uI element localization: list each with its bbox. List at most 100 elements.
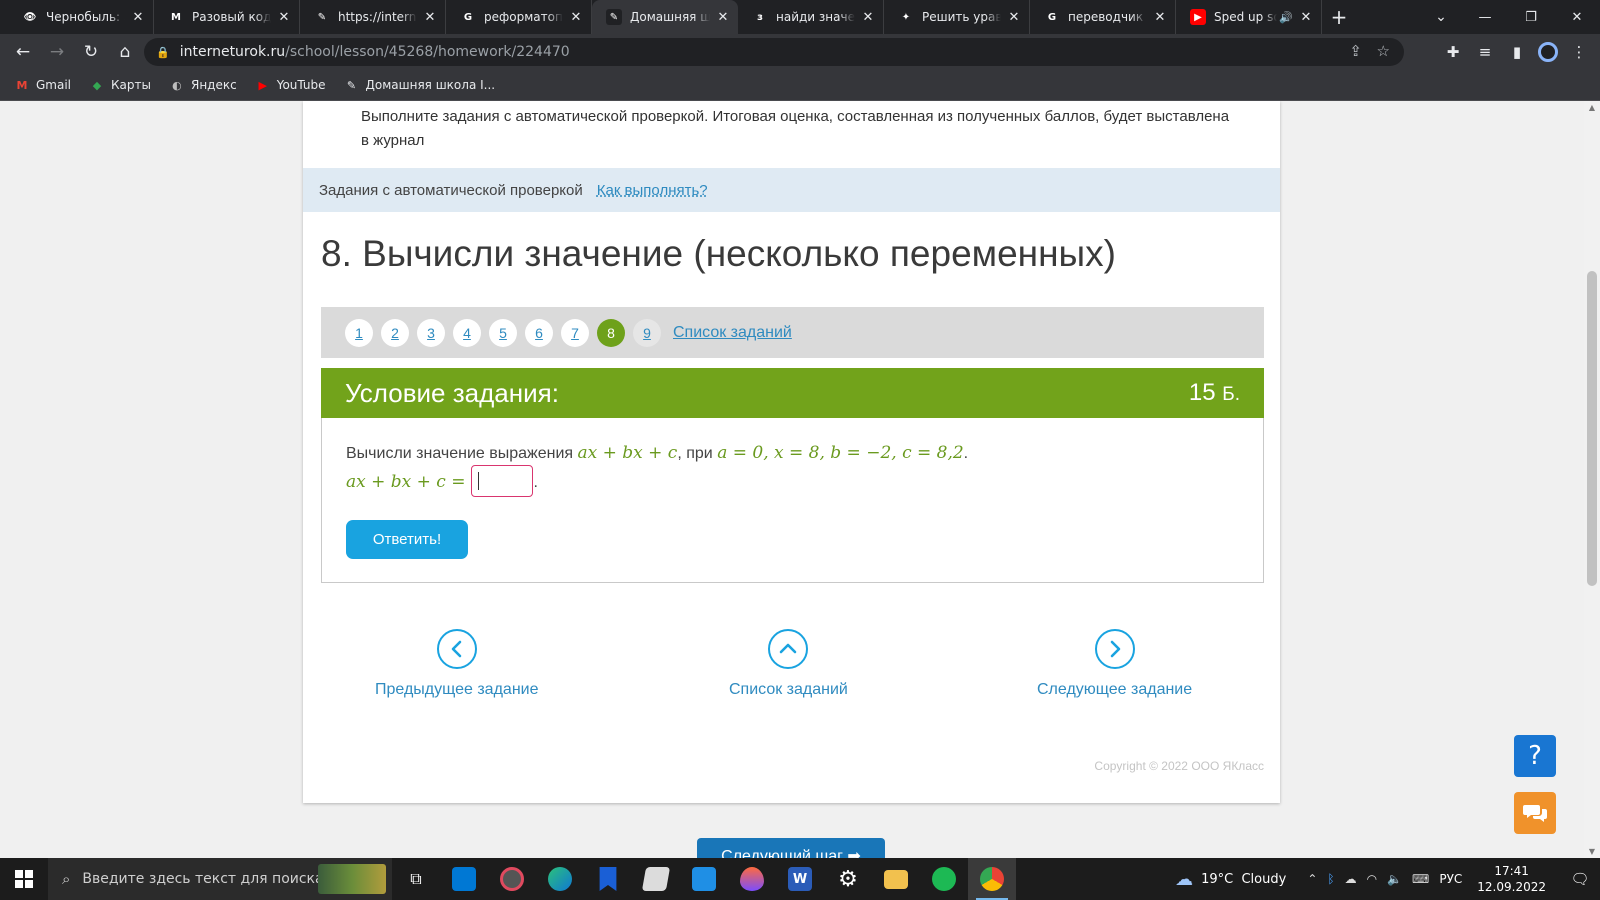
browser-tab[interactable]: Gпереводчик - Google ✕ — [1030, 0, 1176, 34]
help-button[interactable]: ? — [1514, 735, 1556, 777]
pager-item[interactable]: 9 — [633, 318, 661, 347]
maps-icon: ◆ — [92, 78, 102, 92]
bookmark-item[interactable]: ▶ YouTube — [255, 77, 325, 93]
tab-favicon-icon: з — [752, 9, 768, 25]
taskbar-app-settings[interactable]: ⚙ — [824, 858, 872, 900]
keyboard-icon[interactable]: ⌨ — [1412, 872, 1429, 886]
browser-tab[interactable]: ✎ Домашняя школа ✕ — [592, 0, 738, 34]
pager-item[interactable]: 4 — [453, 318, 481, 347]
menu-kebab-icon[interactable]: ⋮ — [1568, 43, 1590, 61]
pager-item[interactable]: 7 — [561, 318, 589, 347]
new-tab-button[interactable]: + — [1322, 0, 1356, 34]
how-to-link[interactable]: Как выполнять? — [597, 182, 708, 199]
close-tab-icon[interactable]: ✕ — [861, 10, 875, 25]
tab-audio-icon[interactable]: 🔊 — [1279, 11, 1293, 24]
next-task-link[interactable]: Следующее задание — [1037, 629, 1192, 699]
taskbar-app-mail[interactable] — [680, 858, 728, 900]
scroll-up-arrow[interactable]: ▲ — [1584, 103, 1600, 112]
task-view-button[interactable]: ⧉ — [392, 858, 440, 900]
clock-time: 17:41 — [1494, 864, 1529, 878]
language-indicator[interactable]: РУС — [1439, 872, 1462, 886]
next-step-button[interactable]: Следующий шаг ➡ — [697, 838, 885, 858]
share-icon[interactable]: ⇪ — [1349, 42, 1362, 60]
minimize-button[interactable]: — — [1462, 0, 1508, 34]
address-bar[interactable]: 🔒 interneturok.ru/school/lesson/45268/ho… — [144, 38, 1404, 66]
close-tab-icon[interactable]: ✕ — [277, 10, 291, 25]
chat-button[interactable] — [1514, 792, 1556, 834]
pager-item[interactable]: 3 — [417, 318, 445, 347]
spotify-icon — [932, 867, 956, 891]
browser-tab[interactable]: 👁 Чернобыль: Зона ✕ — [8, 0, 154, 34]
wifi-icon[interactable]: ◠ — [1367, 872, 1377, 886]
pager-item[interactable]: 1 — [345, 318, 373, 347]
list-tasks-link[interactable]: Список заданий — [729, 629, 848, 699]
bluetooth-icon[interactable]: ᛒ — [1327, 872, 1334, 886]
taskbar-app-word[interactable]: W — [776, 858, 824, 900]
close-tab-icon[interactable]: ✕ — [716, 10, 730, 25]
browser-tab[interactable]: ▶ Sped up song🔊 ✕ — [1176, 0, 1322, 34]
back-button[interactable]: ← — [6, 37, 40, 67]
close-tab-icon[interactable]: ✕ — [131, 10, 145, 25]
bookmark-item[interactable]: ◐ Яндекс — [169, 77, 237, 93]
notifications-icon[interactable]: 🗨 — [1560, 870, 1600, 888]
weather-widget[interactable]: ☁ 19°C Cloudy — [1175, 869, 1286, 890]
reading-list-icon[interactable]: ≡ — [1474, 43, 1496, 61]
window-controls: — ❐ ✕ — [1462, 0, 1600, 34]
browser-tab[interactable]: ✎ https://interneturok ✕ — [300, 0, 446, 34]
close-tab-icon[interactable]: ✕ — [1299, 10, 1313, 25]
bookmark-item[interactable]: ◆ Карты — [89, 77, 151, 93]
page-scrollbar[interactable]: ▲ ▼ — [1584, 101, 1600, 858]
taskbar-app-drop[interactable] — [728, 858, 776, 900]
tray-chevron-icon[interactable]: ⌃ — [1307, 872, 1317, 886]
start-button[interactable] — [0, 858, 48, 900]
taskbar-app-edge[interactable] — [536, 858, 584, 900]
scrollbar-thumb[interactable] — [1587, 271, 1597, 586]
submit-answer-button[interactable]: Ответить! — [346, 520, 468, 559]
task-list-link[interactable]: Список заданий — [673, 324, 792, 342]
pager-item[interactable]: 6 — [525, 318, 553, 347]
bookmark-item[interactable]: M Gmail — [14, 77, 72, 93]
auto-check-bar: Задания с автоматической проверкой Как в… — [303, 168, 1280, 212]
forward-button[interactable]: → — [40, 37, 74, 67]
lock-icon: 🔒 — [156, 45, 170, 59]
profile-avatar[interactable] — [1538, 42, 1558, 62]
bookmark-item[interactable]: ✎ Домашняя школа I... — [344, 77, 495, 93]
close-tab-icon[interactable]: ✕ — [1153, 10, 1167, 25]
browser-tab[interactable]: Gреформатоп - Google ✕ — [446, 0, 592, 34]
taskbar-app-explorer[interactable] — [872, 858, 920, 900]
restore-button[interactable]: ❐ — [1508, 0, 1554, 34]
reload-button[interactable]: ↻ — [74, 37, 108, 67]
condition-title: Условие задания: — [345, 377, 559, 408]
taskbar-app-bookmark[interactable] — [584, 858, 632, 900]
close-tab-icon[interactable]: ✕ — [423, 10, 437, 25]
taskbar-app-media[interactable] — [488, 858, 536, 900]
clock[interactable]: 17:41 12.09.2022 — [1477, 863, 1546, 895]
close-tab-icon[interactable]: ✕ — [1007, 10, 1021, 25]
chevron-right-icon — [1094, 629, 1135, 669]
side-panel-icon[interactable]: ▮ — [1506, 43, 1528, 61]
pager-item[interactable]: 5 — [489, 318, 517, 347]
taskbar-search[interactable]: ⌕ Введите здесь текст для поиска — [48, 858, 392, 900]
tab-search-icon[interactable]: ⌄ — [1424, 0, 1458, 34]
answer-input[interactable] — [471, 465, 534, 497]
scroll-down-arrow[interactable]: ▼ — [1584, 847, 1600, 856]
pager-item[interactable]: 8 — [597, 318, 625, 347]
bookmark-star-icon[interactable]: ☆ — [1377, 42, 1390, 60]
browser-tab[interactable]: з найди значение ✕ — [738, 0, 884, 34]
bookmark-app-icon — [599, 867, 617, 891]
browser-tab[interactable]: ✦ Решить уравнение ✕ — [884, 0, 1030, 34]
close-tab-icon[interactable]: ✕ — [569, 10, 583, 25]
taskbar-app-notes[interactable] — [632, 858, 680, 900]
close-window-button[interactable]: ✕ — [1554, 0, 1600, 34]
volume-icon[interactable]: 🔈 — [1387, 872, 1402, 886]
home-button[interactable]: ⌂ — [108, 37, 142, 67]
taskbar-app-spotify[interactable] — [920, 858, 968, 900]
list-tasks-label: Список заданий — [729, 681, 848, 698]
prev-task-link[interactable]: Предыдущее задание — [375, 629, 538, 699]
taskbar-app-store[interactable] — [440, 858, 488, 900]
extensions-icon[interactable]: ✚ — [1442, 43, 1464, 61]
taskbar-app-chrome[interactable] — [968, 858, 1016, 900]
browser-tab[interactable]: M Разовый код - Gmail ✕ — [154, 0, 300, 34]
onedrive-icon[interactable]: ☁ — [1345, 872, 1357, 886]
pager-item[interactable]: 2 — [381, 318, 409, 347]
